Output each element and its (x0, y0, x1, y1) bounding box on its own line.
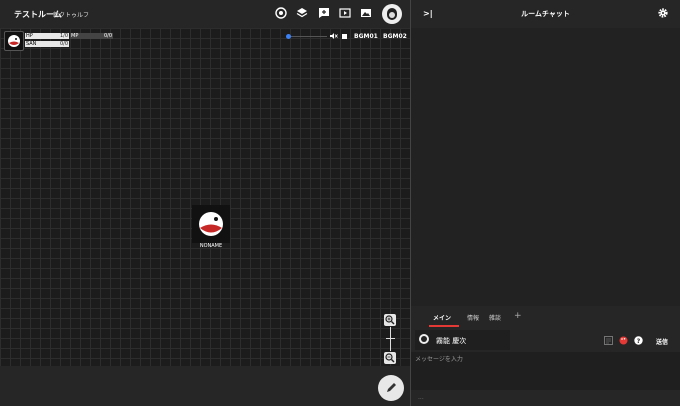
pencil-icon (387, 383, 396, 392)
bgm-01[interactable]: BGM01 (354, 33, 378, 40)
zoom-slider[interactable] (390, 327, 391, 351)
active-tab-indicator (429, 325, 459, 327)
room-subtitle: 新クトゥルフ (53, 12, 90, 19)
speaker-row: 霧能 慶次 ? 送信 (411, 328, 680, 352)
list-icon[interactable] (604, 336, 613, 345)
noname-logo-icon (199, 212, 223, 236)
video-icon[interactable] (339, 7, 351, 19)
san-bar[interactable]: SAN 0/0 (25, 41, 69, 47)
noname-logo-icon (8, 35, 20, 47)
stop-icon[interactable] (342, 34, 347, 39)
help-icon[interactable]: ? (634, 336, 643, 345)
chat-footer: ... (411, 390, 680, 406)
add-comment-icon[interactable] (318, 7, 330, 19)
character-token[interactable] (192, 205, 230, 243)
chat-title: ルームチャット (521, 10, 570, 18)
svg-text:?: ? (637, 338, 641, 345)
tab-info[interactable]: 情報 (467, 313, 479, 322)
table-area: テストルーム 新クトゥルフ HP 1/0 MP 0/0 SAN 0/0 BGM0… (0, 0, 410, 406)
user-avatar[interactable] (382, 4, 402, 24)
layers-icon[interactable] (296, 7, 308, 19)
board-footer (0, 366, 410, 406)
room-toolbar: テストルーム 新クトゥルフ (0, 0, 410, 28)
send-button[interactable]: 送信 (656, 337, 668, 346)
volume-slider-handle[interactable] (286, 34, 291, 39)
game-board[interactable] (0, 28, 410, 366)
volume-slider[interactable] (289, 36, 327, 37)
message-input[interactable] (415, 354, 675, 364)
speaker-avatar (419, 334, 429, 344)
chat-header: >| ルームチャット (411, 0, 680, 28)
add-tab-button[interactable]: + (514, 311, 522, 321)
bgm-02[interactable]: BGM02 (383, 33, 407, 40)
message-input-area (411, 352, 680, 390)
gear-icon[interactable] (657, 7, 669, 19)
hp-bar[interactable]: HP 1/0 (25, 33, 69, 39)
speaker-select[interactable]: 霧能 慶次 (415, 330, 510, 350)
zoom-out-icon[interactable] (384, 352, 396, 364)
image-icon[interactable] (360, 7, 372, 19)
avatar-face-detail (389, 12, 395, 18)
typing-indicator: ... (418, 394, 424, 401)
edit-fab-button[interactable] (378, 375, 404, 401)
token-name: NONAME (199, 243, 223, 249)
mp-label: MP (71, 33, 79, 39)
chat-tabs: メイン 情報 雑談 + (411, 306, 680, 328)
mp-bar[interactable]: MP 0/0 (70, 33, 113, 39)
speaker-name: 霧能 慶次 (436, 337, 467, 345)
hp-label: HP (26, 33, 33, 39)
character-thumbnail[interactable] (4, 31, 24, 51)
tab-main[interactable]: メイン (433, 313, 451, 322)
zoom-slider-handle[interactable] (386, 338, 395, 339)
san-label: SAN (26, 41, 37, 47)
palette-icon[interactable] (619, 336, 628, 345)
speaker-avatar-face (421, 336, 427, 342)
volume-off-icon[interactable] (330, 32, 338, 40)
dice-icon[interactable] (275, 7, 287, 19)
chat-log[interactable] (411, 28, 680, 306)
hp-value: 1/0 (59, 33, 68, 39)
zoom-in-icon[interactable] (384, 314, 396, 326)
san-value: 0/0 (59, 41, 68, 47)
tab-chat[interactable]: 雑談 (489, 313, 501, 322)
mp-value: 0/0 (103, 33, 112, 39)
chat-panel: >| ルームチャット メイン 情報 雑談 + 霧能 慶次 ? 送信 メッセージを… (411, 0, 680, 406)
